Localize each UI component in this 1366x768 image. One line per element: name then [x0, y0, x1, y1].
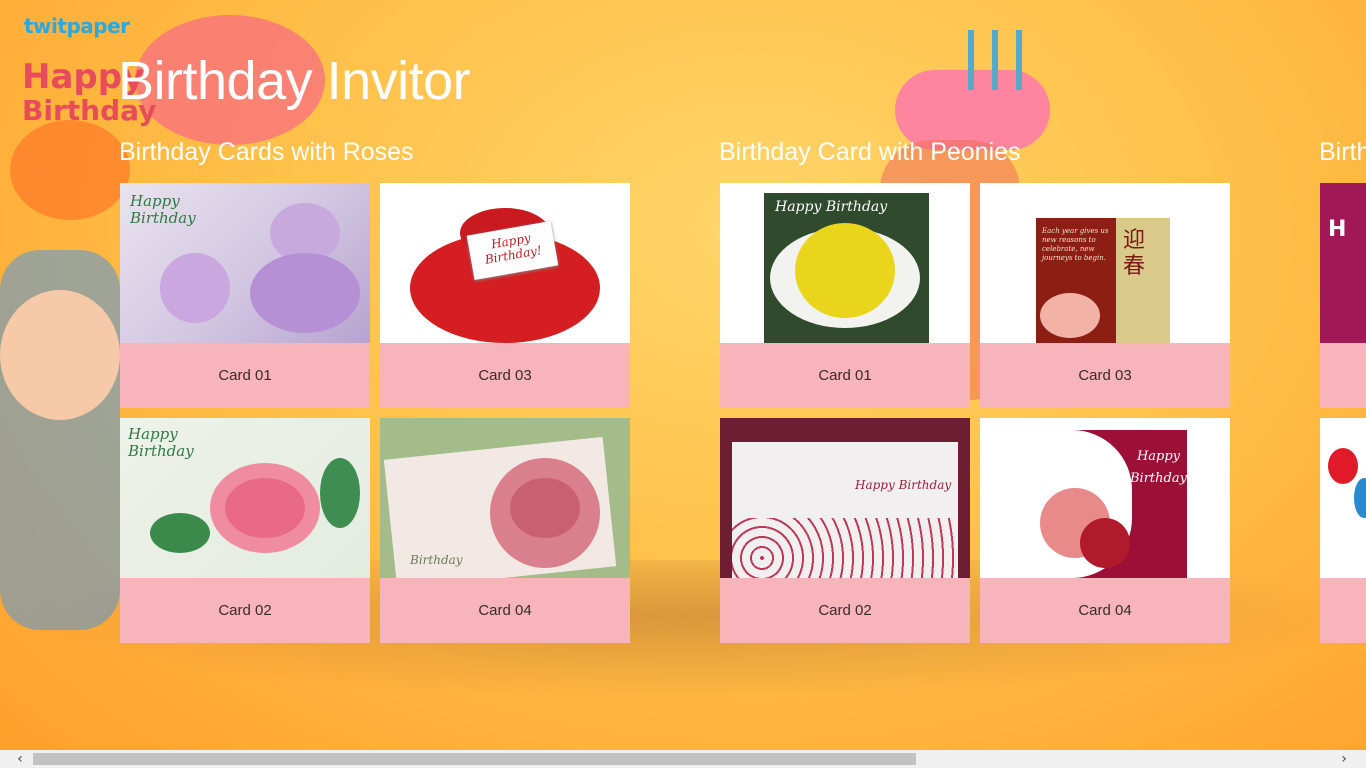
- card-text-happy-birthday: Happy Birthday: [855, 478, 952, 492]
- card-image-peonies-03: 迎春 Each year gives us new reasons to cel…: [980, 183, 1230, 343]
- candles: [968, 30, 1028, 90]
- card-label: Card 04: [380, 578, 630, 643]
- card-tile-group3-02[interactable]: [1320, 418, 1366, 643]
- card-image-peonies-04: Happy Birthday: [980, 418, 1230, 578]
- card-text-birthday: Birthday: [1130, 471, 1187, 486]
- card-image-roses-02: Happy Birthday: [120, 418, 370, 578]
- card-tile-peonies-04[interactable]: Happy Birthday Card 04: [980, 418, 1230, 643]
- card-tile-roses-01[interactable]: Happy Birthday Card 01: [120, 183, 370, 408]
- child-figure: [0, 250, 120, 630]
- card-text-happy: Happy: [130, 192, 180, 210]
- group-header-partial[interactable]: Birth: [1319, 138, 1366, 167]
- card-tile-peonies-01[interactable]: Happy Birthday Card 01: [720, 183, 970, 408]
- card-text-birthday: Birthday: [128, 442, 194, 460]
- card-image-group3-01: H: [1320, 183, 1366, 343]
- card-image-roses-03: Happy Birthday!: [380, 183, 630, 343]
- card-label-partial: [1320, 343, 1366, 408]
- card-tile-peonies-03[interactable]: 迎春 Each year gives us new reasons to cel…: [980, 183, 1230, 408]
- card-label: Card 03: [380, 343, 630, 408]
- group-header-roses[interactable]: Birthday Cards with Roses: [119, 138, 414, 167]
- card-image-roses-01: Happy Birthday: [120, 183, 370, 343]
- card-text-happy: Happy: [1136, 449, 1181, 464]
- card-tile-group3-01[interactable]: H: [1320, 183, 1366, 408]
- card-label: Card 02: [120, 578, 370, 643]
- scroll-left-arrow[interactable]: ‹: [6, 750, 34, 768]
- card-image-peonies-02: Happy Birthday: [720, 418, 970, 578]
- card-image-peonies-01: Happy Birthday: [720, 183, 970, 343]
- twitpaper-logo: twitpaper: [24, 14, 130, 38]
- card-image-group3-02: [1320, 418, 1366, 578]
- card-tile-roses-02[interactable]: Happy Birthday Card 02: [120, 418, 370, 643]
- card-text-birthday: Birthday: [130, 209, 196, 227]
- group-header-peonies[interactable]: Birthday Card with Peonies: [719, 138, 1021, 167]
- card-tile-roses-04[interactable]: Birthday Card 04: [380, 418, 630, 643]
- horizontal-scrollbar[interactable]: ‹ ›: [0, 750, 1366, 768]
- scroll-right-arrow[interactable]: ›: [1330, 750, 1358, 768]
- card-label: Card 02: [720, 578, 970, 643]
- card-label-partial: [1320, 578, 1366, 643]
- card-image-roses-04: Birthday: [380, 418, 630, 578]
- card-text-happy: Happy: [128, 425, 178, 443]
- card-tile-peonies-02[interactable]: Happy Birthday Card 02: [720, 418, 970, 643]
- card-text-peony-note: Each year gives us new reasons to celebr…: [1042, 227, 1109, 262]
- card-label: Card 01: [120, 343, 370, 408]
- heart-balloon-orange: [10, 120, 130, 220]
- card-text-birthday: Birthday: [410, 553, 463, 567]
- card-tile-roses-03[interactable]: Happy Birthday! Card 03: [380, 183, 630, 408]
- child-face: [0, 290, 120, 420]
- card-label: Card 04: [980, 578, 1230, 643]
- card-text-h: H: [1328, 217, 1347, 242]
- page-title: Birthday Invitor: [118, 51, 471, 111]
- card-text-happy-birthday: Happy Birthday: [775, 199, 888, 215]
- scroll-thumb[interactable]: [33, 753, 916, 765]
- card-label: Card 03: [980, 343, 1230, 408]
- card-label: Card 01: [720, 343, 970, 408]
- card-text-chinese: 迎春: [1123, 228, 1146, 279]
